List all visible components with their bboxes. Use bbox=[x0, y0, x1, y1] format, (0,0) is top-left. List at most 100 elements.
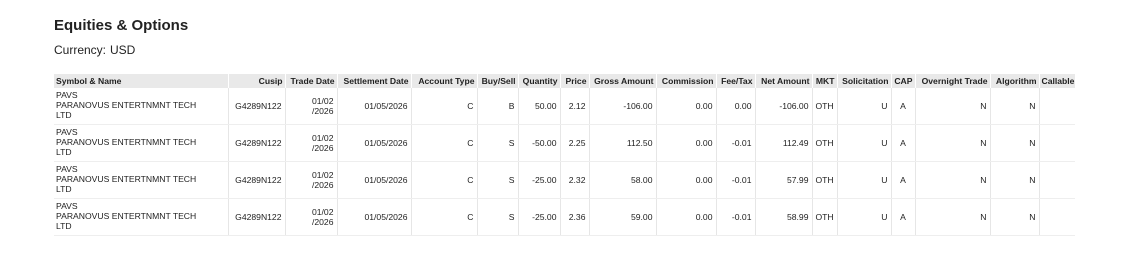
column-header-mkt: MKT bbox=[811, 74, 837, 88]
fee-tax-cell: -0.01 bbox=[715, 198, 755, 236]
column-header-settlement-date: Settlement Date bbox=[336, 74, 411, 88]
column-header-trade-date: Trade Date bbox=[284, 74, 337, 88]
account-type-cell: C bbox=[410, 124, 477, 162]
cusip-cell: G4289N122 bbox=[227, 124, 285, 162]
commission-cell: 0.00 bbox=[655, 161, 716, 199]
buy-sell-cell: S bbox=[476, 198, 518, 236]
settlement-date-cell: 01/05/2026 bbox=[336, 198, 411, 236]
trade-date-part: 01/02 bbox=[311, 96, 334, 106]
buy-sell-cell: S bbox=[476, 124, 518, 162]
algorithm-cell: N bbox=[989, 198, 1039, 236]
table-row: PAVS PARANOVUS ENTERTNMNT TECH LTD G4289… bbox=[54, 88, 1075, 125]
column-header-algorithm: Algorithm bbox=[989, 74, 1039, 88]
algorithm-cell: N bbox=[989, 161, 1039, 199]
column-header-symbol-name: Symbol & Name bbox=[54, 74, 228, 88]
column-header-net-amount: Net Amount bbox=[754, 74, 812, 88]
column-header-gross-amount: Gross Amount bbox=[588, 74, 656, 88]
column-header-cusip: Cusip bbox=[227, 74, 285, 88]
symbol-name-cell: PAVS PARANOVUS ENTERTNMNT TECH LTD bbox=[54, 161, 228, 199]
callable-cell bbox=[1038, 161, 1075, 199]
cap-cell: A bbox=[890, 198, 915, 236]
security-name-line: LTD bbox=[56, 109, 72, 120]
buy-sell-cell: S bbox=[476, 161, 518, 199]
column-header-commission: Commission bbox=[655, 74, 716, 88]
account-type-cell: C bbox=[410, 88, 477, 125]
trade-date-cell: 01/02 /2026 bbox=[284, 161, 337, 199]
callable-cell bbox=[1038, 198, 1075, 236]
quantity-cell: 50.00 bbox=[517, 88, 560, 125]
trade-date-cell: 01/02 /2026 bbox=[284, 88, 337, 125]
mkt-cell: OTH bbox=[811, 124, 837, 162]
callable-cell bbox=[1038, 124, 1075, 162]
column-header-solicitation: Solicitation bbox=[836, 74, 891, 88]
column-header-cap: CAP bbox=[890, 74, 915, 88]
settlement-date-cell: 01/05/2026 bbox=[336, 124, 411, 162]
cusip-cell: G4289N122 bbox=[227, 88, 285, 125]
trade-date-part: 01/02 bbox=[311, 207, 334, 217]
net-amount-cell: 57.99 bbox=[754, 161, 812, 199]
trade-date-part: /2026 bbox=[311, 217, 334, 227]
mkt-cell: OTH bbox=[811, 198, 837, 236]
trade-date-part: /2026 bbox=[311, 106, 334, 116]
column-header-fee-tax: Fee/Tax bbox=[715, 74, 755, 88]
security-name-line: PARANOVUS ENTERTNMNT TECH bbox=[56, 174, 197, 185]
price-cell: 2.12 bbox=[559, 88, 589, 125]
net-amount-cell: -106.00 bbox=[754, 88, 812, 125]
cusip-cell: G4289N122 bbox=[227, 161, 285, 199]
mkt-cell: OTH bbox=[811, 88, 837, 125]
gross-amount-cell: 58.00 bbox=[588, 161, 656, 199]
symbol-name-cell: PAVS PARANOVUS ENTERTNMNT TECH LTD bbox=[54, 88, 228, 125]
symbol-name-cell: PAVS PARANOVUS ENTERTNMNT TECH LTD bbox=[54, 198, 228, 236]
column-header-quantity: Quantity bbox=[517, 74, 560, 88]
cap-cell: A bbox=[890, 124, 915, 162]
solicitation-cell: U bbox=[836, 161, 891, 199]
gross-amount-cell: 112.50 bbox=[588, 124, 656, 162]
commission-cell: 0.00 bbox=[655, 88, 716, 125]
trade-date-cell: 01/02 /2026 bbox=[284, 198, 337, 236]
table-row: PAVS PARANOVUS ENTERTNMNT TECH LTD G4289… bbox=[54, 198, 1075, 236]
account-type-cell: C bbox=[410, 161, 477, 199]
overnight-trade-cell: N bbox=[914, 161, 990, 199]
fee-tax-cell: 0.00 bbox=[715, 88, 755, 125]
security-name-line: PARANOVUS ENTERTNMNT TECH bbox=[56, 100, 197, 111]
security-name-line: PARANOVUS ENTERTNMNT TECH bbox=[56, 137, 197, 148]
cusip-cell: G4289N122 bbox=[227, 198, 285, 236]
column-header-overnight-trade: Overnight Trade bbox=[914, 74, 990, 88]
solicitation-cell: U bbox=[836, 88, 891, 125]
cap-cell: A bbox=[890, 88, 915, 125]
solicitation-cell: U bbox=[836, 124, 891, 162]
gross-amount-cell: -106.00 bbox=[588, 88, 656, 125]
trade-date-part: 01/02 bbox=[311, 133, 334, 143]
overnight-trade-cell: N bbox=[914, 88, 990, 125]
trades-table: Symbol & Name Cusip Trade Date Settlemen… bbox=[54, 74, 1075, 236]
buy-sell-cell: B bbox=[476, 88, 518, 125]
symbol-name-cell: PAVS PARANOVUS ENTERTNMNT TECH LTD bbox=[54, 124, 228, 162]
quantity-cell: -25.00 bbox=[517, 161, 560, 199]
security-name-line: LTD bbox=[56, 220, 72, 231]
table-header-row: Symbol & Name Cusip Trade Date Settlemen… bbox=[54, 74, 1075, 88]
callable-cell bbox=[1038, 88, 1075, 125]
section-title: Equities & Options bbox=[54, 17, 189, 34]
price-cell: 2.32 bbox=[559, 161, 589, 199]
quantity-cell: -25.00 bbox=[517, 198, 560, 236]
column-header-price: Price bbox=[559, 74, 589, 88]
fee-tax-cell: -0.01 bbox=[715, 124, 755, 162]
settlement-date-cell: 01/05/2026 bbox=[336, 161, 411, 199]
currency-value: USD bbox=[110, 43, 136, 57]
column-header-buy-sell: Buy/Sell bbox=[476, 74, 518, 88]
net-amount-cell: 58.99 bbox=[754, 198, 812, 236]
currency-label: Currency: bbox=[54, 43, 107, 57]
algorithm-cell: N bbox=[989, 88, 1039, 125]
net-amount-cell: 112.49 bbox=[754, 124, 812, 162]
fee-tax-cell: -0.01 bbox=[715, 161, 755, 199]
column-header-account-type: Account Type bbox=[410, 74, 477, 88]
commission-cell: 0.00 bbox=[655, 198, 716, 236]
overnight-trade-cell: N bbox=[914, 124, 990, 162]
settlement-date-cell: 01/05/2026 bbox=[336, 88, 411, 125]
security-name-line: PARANOVUS ENTERTNMNT TECH bbox=[56, 211, 197, 222]
quantity-cell: -50.00 bbox=[517, 124, 560, 162]
column-header-callable: Callable bbox=[1038, 74, 1075, 88]
trade-date-part: /2026 bbox=[311, 180, 334, 190]
table-row: PAVS PARANOVUS ENTERTNMNT TECH LTD G4289… bbox=[54, 124, 1075, 162]
solicitation-cell: U bbox=[836, 198, 891, 236]
